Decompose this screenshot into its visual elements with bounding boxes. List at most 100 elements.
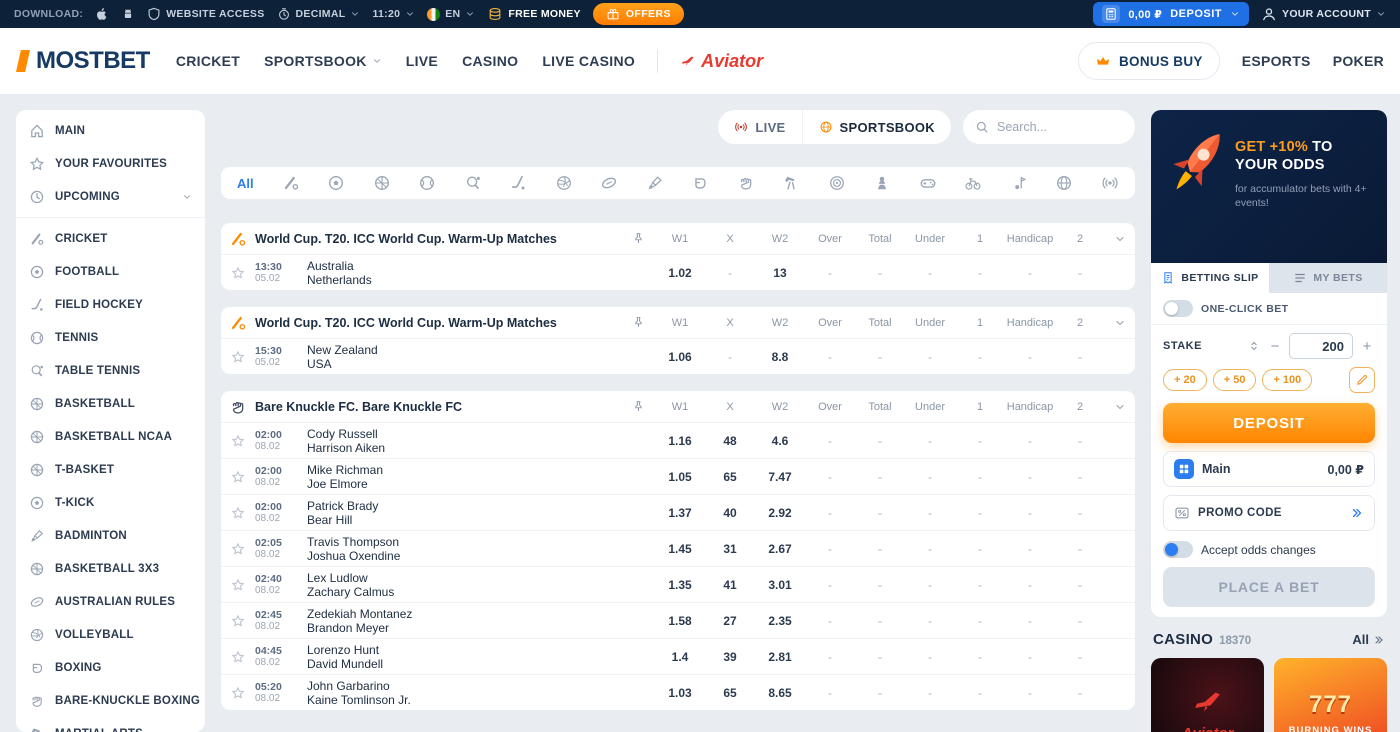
favorite-star-icon[interactable]	[231, 614, 245, 628]
collapse-chevron-icon[interactable]	[1114, 233, 1126, 245]
match-row[interactable]: 02:0508.02Travis ThompsonJoshua Oxendine…	[221, 530, 1135, 566]
tab-sportsbook[interactable]: SPORTSBOOK	[802, 110, 951, 144]
match-row[interactable]: 02:4008.02Lex LudlowZachary Calmus1.3541…	[221, 566, 1135, 602]
hockey-filter-icon[interactable]	[509, 174, 527, 192]
main-balance-row[interactable]: Main 0,00 ₽	[1163, 451, 1375, 487]
signal-filter-icon[interactable]	[1101, 174, 1119, 192]
odds-cell[interactable]: 2.35	[755, 614, 805, 628]
pin-icon[interactable]	[632, 316, 645, 329]
martial-filter-icon[interactable]	[782, 174, 800, 192]
android-icon[interactable]	[121, 7, 135, 21]
time-select[interactable]: 11:20	[372, 8, 415, 20]
odds-cell[interactable]: 41	[705, 578, 755, 592]
globe-filter-icon[interactable]	[1055, 174, 1073, 192]
target-filter-icon[interactable]	[828, 174, 846, 192]
odds-cell[interactable]: 27	[705, 614, 755, 628]
odds-cell[interactable]: 1.4	[655, 650, 705, 664]
odds-cell[interactable]: 1.16	[655, 434, 705, 448]
nav-item-live[interactable]: LIVE	[406, 53, 438, 69]
apple-icon[interactable]	[95, 7, 109, 21]
fist-filter-icon[interactable]	[737, 174, 755, 192]
collapse-chevron-icon[interactable]	[1114, 317, 1126, 329]
league-header[interactable]: World Cup. T20. ICC World Cup. Warm-Up M…	[221, 223, 1135, 254]
odds-format-select[interactable]: Decimal	[277, 7, 361, 21]
sidebar-item-field-hockey[interactable]: FIELD HOCKEY	[16, 288, 205, 321]
sidebar-item-main[interactable]: MAIN	[16, 114, 205, 147]
website-access-link[interactable]: WEBSITE ACCESS	[147, 7, 264, 21]
chess-filter-icon[interactable]	[873, 174, 891, 192]
odds-cell[interactable]: 4.6	[755, 434, 805, 448]
sidebar-item-table-tennis[interactable]: TABLE TENNIS	[16, 354, 205, 387]
sidebar-item-volleyball[interactable]: VOLLEYBALL	[16, 618, 205, 651]
nav-item-live-casino[interactable]: LIVE CASINO	[542, 53, 635, 69]
sidebar-item-t-basket[interactable]: T-BASKET	[16, 453, 205, 486]
match-teams[interactable]: Travis ThompsonJoshua Oxendine	[307, 535, 655, 563]
tennis-filter-icon[interactable]	[418, 174, 436, 192]
match-row[interactable]: 02:0008.02Patrick BradyBear Hill1.37402.…	[221, 494, 1135, 530]
odds-cell[interactable]: 1.37	[655, 506, 705, 520]
match-row[interactable]: 02:0008.02Mike RichmanJoe Elmore1.05657.…	[221, 458, 1135, 494]
favorite-star-icon[interactable]	[231, 266, 245, 280]
match-row[interactable]: 02:4508.02Zedekiah MontanezBrandon Meyer…	[221, 602, 1135, 638]
match-row[interactable]: 05:2008.02John GarbarinoKaine Tomlinson …	[221, 674, 1135, 710]
match-teams[interactable]: New ZealandUSA	[307, 343, 655, 371]
stake-decrease-button[interactable]: −	[1267, 338, 1283, 355]
pin-icon[interactable]	[632, 400, 645, 413]
search-input[interactable]	[997, 120, 1123, 134]
cricket-filter-icon[interactable]	[282, 174, 300, 192]
sidebar-item-bare-knuckle-boxing[interactable]: BARE-KNUCKLE BOXING	[16, 684, 205, 717]
pin-icon[interactable]	[632, 232, 645, 245]
deposit-button[interactable]: DEPOSIT	[1170, 8, 1222, 20]
sidebar-item-football[interactable]: FOOTBALL	[16, 255, 205, 288]
sidebar-item-boxing[interactable]: BOXING	[16, 651, 205, 684]
odds-cell[interactable]: 1.03	[655, 686, 705, 700]
tabletennis-filter-icon[interactable]	[464, 174, 482, 192]
sidebar-item-basketball-3x3[interactable]: BASKETBALL 3X3	[16, 552, 205, 585]
volleyball-filter-icon[interactable]	[555, 174, 573, 192]
odds-cell[interactable]: 8.8	[755, 350, 805, 364]
tab-live[interactable]: LIVE	[718, 110, 801, 144]
place-bet-button[interactable]: PLACE A BET	[1163, 567, 1375, 607]
odds-cell[interactable]: 13	[755, 266, 805, 280]
odds-cell[interactable]: 1.05	[655, 470, 705, 484]
golf-filter-icon[interactable]	[1010, 174, 1028, 192]
sidebar-item-your-favourites[interactable]: YOUR FAVOURITES	[16, 147, 205, 180]
favorite-star-icon[interactable]	[231, 470, 245, 484]
odds-cell[interactable]: 7.47	[755, 470, 805, 484]
nav-item-casino[interactable]: CASINO	[462, 53, 518, 69]
odds-cell[interactable]: 2.92	[755, 506, 805, 520]
odds-cell[interactable]: 8.65	[755, 686, 805, 700]
tab-betting-slip[interactable]: BETTING SLIP	[1151, 263, 1269, 293]
tab-my-bets[interactable]: MY BETS	[1269, 263, 1387, 293]
sidebar-item-basketball-ncaa[interactable]: BASKETBALL NCAA	[16, 420, 205, 453]
match-teams[interactable]: Patrick BradyBear Hill	[307, 499, 655, 527]
sidebar-item-basketball[interactable]: BASKETBALL	[16, 387, 205, 420]
odds-cell[interactable]: 3.01	[755, 578, 805, 592]
league-header[interactable]: Bare Knuckle FC. Bare Knuckle FCW1XW2Ove…	[221, 391, 1135, 422]
odds-cell[interactable]: 2.67	[755, 542, 805, 556]
cycling-filter-icon[interactable]	[964, 174, 982, 192]
match-teams[interactable]: Zedekiah MontanezBrandon Meyer	[307, 607, 655, 635]
match-row[interactable]: 02:0008.02Cody RussellHarrison Aiken1.16…	[221, 422, 1135, 458]
your-account-button[interactable]: YOUR ACCOUNT	[1261, 6, 1386, 22]
free-money-button[interactable]: FREE MONEY	[487, 6, 580, 22]
match-teams[interactable]: Cody RussellHarrison Aiken	[307, 427, 655, 455]
badminton-filter-icon[interactable]	[646, 174, 664, 192]
favorite-star-icon[interactable]	[231, 350, 245, 364]
edit-stakes-button[interactable]	[1349, 367, 1375, 393]
favorite-star-icon[interactable]	[231, 506, 245, 520]
sidebar-item-martial-arts[interactable]: MARTIAL ARTS	[16, 717, 205, 732]
promo-expand-icon[interactable]	[1350, 506, 1364, 520]
match-teams[interactable]: Lorenzo HuntDavid Mundell	[307, 643, 655, 671]
match-teams[interactable]: John GarbarinoKaine Tomlinson Jr.	[307, 679, 655, 707]
boxing-filter-icon[interactable]	[691, 174, 709, 192]
favorite-star-icon[interactable]	[231, 434, 245, 448]
favorite-star-icon[interactable]	[231, 650, 245, 664]
match-row[interactable]: 15:3005.02New ZealandUSA1.06-8.8------	[221, 338, 1135, 374]
nav-item-poker[interactable]: POKER	[1333, 53, 1384, 69]
balance-deposit-control[interactable]: 0,00 ₽ DEPOSIT	[1093, 2, 1249, 26]
promo-banner[interactable]: GET +10% TO YOUR ODDS for accumulator be…	[1151, 110, 1387, 263]
filter-all-button[interactable]: All	[237, 176, 254, 191]
sidebar-item-tennis[interactable]: TENNIS	[16, 321, 205, 354]
football-filter-icon[interactable]	[327, 174, 345, 192]
